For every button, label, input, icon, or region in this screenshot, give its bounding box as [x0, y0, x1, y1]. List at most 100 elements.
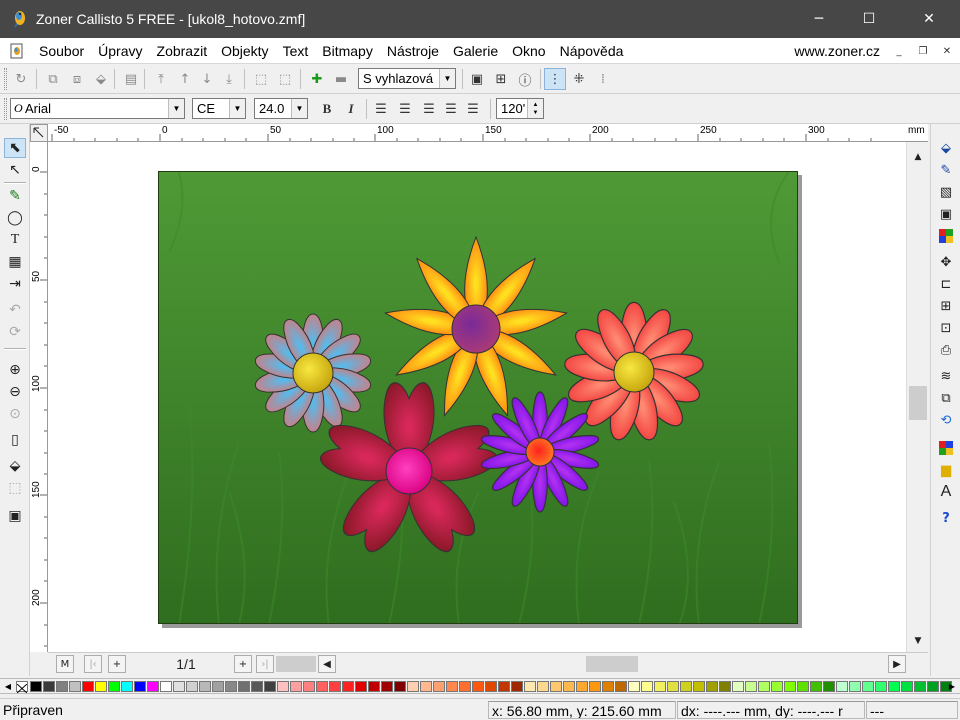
scroll-right-icon[interactable]: ▶ [888, 655, 906, 673]
zoom-in-icon[interactable]: ⊕ [4, 360, 26, 380]
undo-tool-icon[interactable]: ↶ [4, 300, 26, 320]
color-swatch[interactable] [511, 681, 523, 692]
help-icon[interactable]: ? [935, 508, 957, 528]
page-scroll-thumb[interactable] [276, 656, 316, 672]
ruler-corner[interactable] [30, 124, 48, 142]
node-edit-icon[interactable]: ⬚ [274, 68, 296, 90]
layers-icon[interactable]: ≋ [935, 366, 957, 386]
node-edit-tool-icon[interactable]: ↖ [4, 160, 26, 180]
horizontal-scroll-thumb[interactable] [586, 656, 638, 672]
add-page-before-button[interactable]: + [108, 655, 126, 673]
zoom-fit-icon[interactable]: ⊙ [4, 404, 26, 424]
color-swatch[interactable] [459, 681, 471, 692]
color-swatch[interactable] [433, 681, 445, 692]
prev-page-button[interactable]: |‹ [84, 655, 102, 673]
color-swatch[interactable] [615, 681, 627, 692]
backward-icon[interactable]: ↓ [196, 68, 218, 90]
color-swatch[interactable] [758, 681, 770, 692]
shadow-icon[interactable]: ▣ [935, 204, 957, 224]
chevron-down-icon[interactable]: ▼ [291, 99, 307, 118]
menu-okno[interactable]: Okno [505, 38, 552, 64]
table-tool-icon[interactable]: ▦ [4, 252, 26, 272]
align-left-icon[interactable]: ☰ [370, 98, 392, 120]
document-icon[interactable] [8, 42, 26, 60]
line-spacing-spinner[interactable]: 120' ▲ ▼ [496, 98, 544, 119]
distribute-icon[interactable]: ⊞ [935, 296, 957, 316]
color-swatch[interactable] [628, 681, 640, 692]
color-swatch[interactable] [576, 681, 588, 692]
color-swatch[interactable] [563, 681, 575, 692]
toolbar-grip[interactable] [4, 68, 7, 90]
palette-right-icon[interactable]: ▶ [946, 680, 958, 693]
color-swatch[interactable] [238, 681, 250, 692]
color-swatch[interactable] [368, 681, 380, 692]
master-page-button[interactable]: M [56, 655, 74, 673]
color-swatch[interactable] [719, 681, 731, 692]
fill-bucket-icon[interactable]: ⬙ [935, 138, 957, 158]
chevron-down-icon[interactable]: ▼ [168, 99, 184, 118]
color-swatch[interactable] [160, 681, 172, 692]
color-swatch[interactable] [69, 681, 81, 692]
clone-icon[interactable]: ⧉ [935, 388, 957, 408]
color-swatch[interactable] [420, 681, 432, 692]
palette-left-icon[interactable]: ◀ [2, 680, 14, 693]
color-swatch[interactable] [225, 681, 237, 692]
color-swatch[interactable] [147, 681, 159, 692]
scroll-thumb[interactable] [909, 386, 927, 420]
align-right-icon[interactable]: ☰ [418, 98, 440, 120]
color-swatch[interactable] [95, 681, 107, 692]
ungroup-icon[interactable]: ⧈ [66, 68, 88, 90]
page-icon[interactable]: ▯ [4, 430, 26, 450]
horizontal-ruler[interactable]: -50 0 50 100 150 200 250 300 mm [48, 124, 928, 142]
color-swatch[interactable] [212, 681, 224, 692]
color-swatch[interactable] [537, 681, 549, 692]
color-swatch[interactable] [394, 681, 406, 692]
menu-zobrazit[interactable]: Zobrazit [150, 38, 215, 64]
color-swatch[interactable] [901, 681, 913, 692]
menu-nastroje[interactable]: Nástroje [380, 38, 446, 64]
color-swatch[interactable] [381, 681, 393, 692]
align-force-icon[interactable]: ☰ [462, 98, 484, 120]
scroll-down-icon[interactable]: ▼ [909, 632, 927, 650]
color-swatch[interactable] [251, 681, 263, 692]
color-swatch[interactable] [784, 681, 796, 692]
node-icon[interactable]: ⬚ [250, 68, 272, 90]
add-node-icon[interactable]: ✚ [306, 68, 328, 90]
color-swatch[interactable] [745, 681, 757, 692]
color-swatch[interactable] [30, 681, 42, 692]
color-swatch[interactable] [485, 681, 497, 692]
combine-icon[interactable]: ⬙ [90, 68, 112, 90]
color-swatch[interactable] [771, 681, 783, 692]
color-swatch[interactable] [680, 681, 692, 692]
menu-objekty[interactable]: Objekty [214, 38, 275, 64]
pen-icon[interactable]: ✎ [935, 160, 957, 180]
bold-button[interactable]: B [316, 98, 338, 120]
color-swatch[interactable] [914, 681, 926, 692]
maximize-button[interactable]: ☐ [846, 0, 892, 38]
font-name-combo[interactable]: O Arial ▼ [10, 98, 185, 119]
folder-icon[interactable]: ▆ [935, 460, 957, 480]
scroll-left-icon[interactable]: ◀ [318, 655, 336, 673]
ellipse-tool-icon[interactable]: ◯ [4, 208, 26, 228]
chevron-down-icon[interactable]: ▼ [229, 99, 245, 118]
add-page-after-button[interactable]: + [234, 655, 252, 673]
menu-upravy[interactable]: Úpravy [91, 38, 149, 64]
size-icon[interactable]: ⊡ [935, 318, 957, 338]
color-swatch[interactable] [277, 681, 289, 692]
crop-tool-icon[interactable]: ⬚ [4, 478, 26, 498]
color-swatch[interactable] [186, 681, 198, 692]
color-swatch[interactable] [108, 681, 120, 692]
text-format-icon[interactable]: A [935, 482, 957, 502]
no-color-swatch[interactable] [16, 681, 28, 694]
mdi-close-button[interactable]: ✕ [938, 42, 956, 60]
color-swatch[interactable] [82, 681, 94, 692]
color-swatch[interactable] [641, 681, 653, 692]
menu-napoveda[interactable]: Nápověda [553, 38, 631, 64]
color-grid-icon[interactable] [935, 226, 957, 246]
color-swatch[interactable] [654, 681, 666, 692]
select-arrow-icon[interactable]: ⬉ [4, 138, 26, 158]
palette-icon[interactable] [935, 438, 957, 458]
color-swatch[interactable] [355, 681, 367, 692]
scroll-up-icon[interactable]: ▲ [909, 148, 927, 166]
minimize-button[interactable]: ─ [796, 0, 842, 38]
